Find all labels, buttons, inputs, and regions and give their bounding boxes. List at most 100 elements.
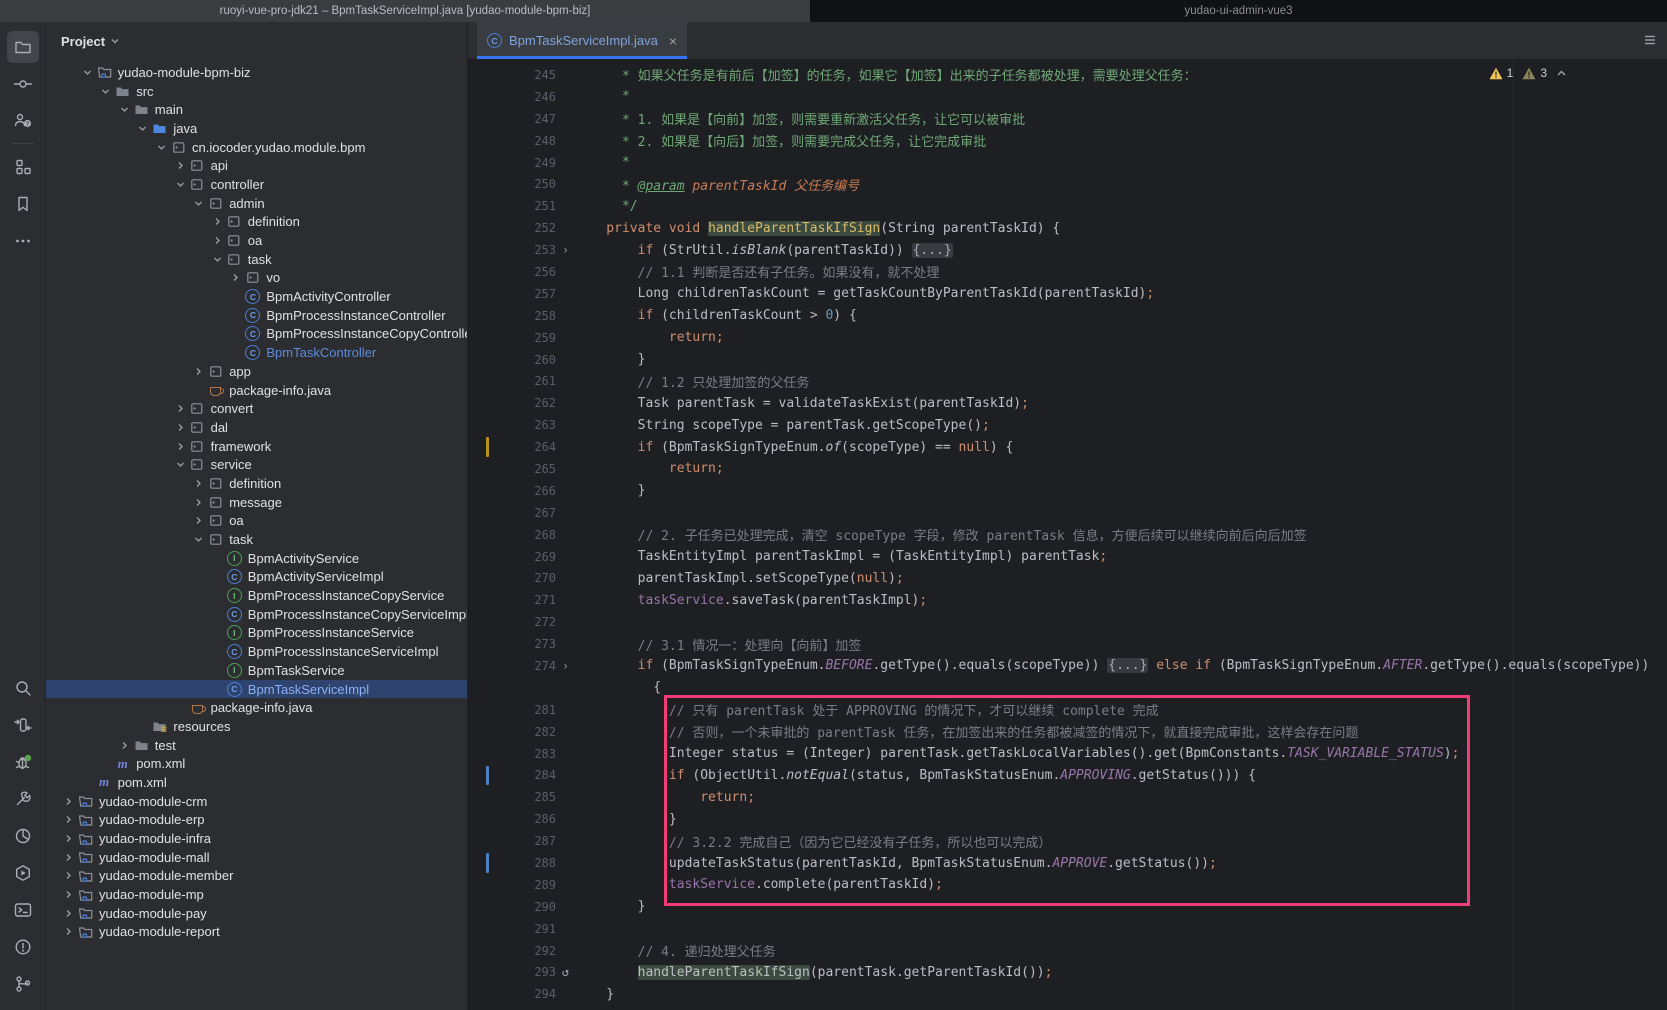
fold-arrow-icon[interactable]: › <box>556 243 575 257</box>
debug-icon[interactable] <box>7 746 39 778</box>
chevron-expanded-icon[interactable] <box>79 67 96 78</box>
code-text[interactable]: taskService.saveTask(parentTaskImpl); <box>575 593 927 608</box>
close-tab-icon[interactable]: × <box>669 34 677 48</box>
tree-row-definition[interactable]: definition <box>46 213 467 232</box>
code-text[interactable]: // 3.2.2 完成自己（因为它已经没有子任务，所以也可以完成） <box>575 832 1051 851</box>
line-number[interactable]: 284 <box>468 768 556 782</box>
chevron-collapsed-icon[interactable] <box>116 740 133 751</box>
tree-row-src[interactable]: src <box>46 82 467 101</box>
tree-row-pom-xml[interactable]: mpom.xml <box>46 754 467 773</box>
line-number[interactable]: 286 <box>468 812 556 826</box>
tree-row-package-info-java[interactable]: package-info.java <box>46 381 467 400</box>
terminal-icon[interactable] <box>7 894 39 926</box>
tree-row-yudao-module-erp[interactable]: yudao-module-erp <box>46 811 467 830</box>
tree-row-bpmprocessinstancecopyserviceimpl[interactable]: CBpmProcessInstanceCopyServiceImpl <box>46 605 467 624</box>
code-text[interactable]: // 只有 parentTask 处于 APPROVING 的情况下，才可以继续… <box>575 700 1159 719</box>
chevron-expanded-icon[interactable] <box>134 123 151 134</box>
code-text[interactable]: * @param parentTaskId 父任务编号 <box>575 175 859 194</box>
code-text[interactable]: if (StrUtil.isBlank(parentTaskId)) {...} <box>575 243 953 258</box>
code-text[interactable]: */ <box>575 199 638 214</box>
tree-row-yudao-module-mall[interactable]: yudao-module-mall <box>46 848 467 867</box>
project-panel-header[interactable]: Project <box>46 22 467 60</box>
line-number[interactable]: 266 <box>468 484 556 498</box>
code-text[interactable]: Task parentTask = validateTaskExist(pare… <box>575 396 1029 411</box>
chevron-down-icon[interactable] <box>110 34 120 49</box>
code-text[interactable]: if (ObjectUtil.notEqual(status, BpmTaskS… <box>575 768 1256 783</box>
recursive-call-icon[interactable]: ↺ <box>556 965 575 979</box>
tree-row-dal[interactable]: dal <box>46 418 467 437</box>
code-text[interactable]: } <box>575 352 645 367</box>
code-text[interactable]: if (BpmTaskSignTypeEnum.BEFORE.getType()… <box>575 658 1649 673</box>
line-number[interactable]: 288 <box>468 856 556 870</box>
chevron-expanded-icon[interactable] <box>172 179 189 190</box>
code-text[interactable]: // 2. 子任务已处理完成，清空 scopeType 字段，修改 parent… <box>575 525 1307 544</box>
code-text[interactable]: // 3.1 情况一：处理向【向前】加签 <box>575 635 861 654</box>
git-branch-icon[interactable] <box>7 968 39 1000</box>
line-number[interactable]: 289 <box>468 878 556 892</box>
tree-row-task[interactable]: task <box>46 250 467 269</box>
chevron-expanded-icon[interactable] <box>97 86 114 97</box>
line-number[interactable]: 272 <box>468 615 556 629</box>
chevron-collapsed-icon[interactable] <box>190 478 207 489</box>
tree-row-pom-xml[interactable]: mpom.xml <box>46 773 467 792</box>
line-number[interactable]: 261 <box>468 374 556 388</box>
line-number[interactable]: 249 <box>468 156 556 170</box>
line-number[interactable]: 253 <box>468 243 556 257</box>
tree-row-bpmactivitycontroller[interactable]: CBpmActivityController <box>46 287 467 306</box>
line-number[interactable]: 264 <box>468 440 556 454</box>
code-text[interactable]: { <box>575 680 661 695</box>
line-number[interactable]: 282 <box>468 725 556 739</box>
chevron-collapsed-icon[interactable] <box>60 908 77 919</box>
tree-row-app[interactable]: app <box>46 362 467 381</box>
tree-row-bpmprocessinstancecontroller[interactable]: CBpmProcessInstanceController <box>46 306 467 325</box>
chevron-expanded-icon[interactable] <box>153 142 170 153</box>
code-text[interactable]: String scopeType = parentTask.getScopeTy… <box>575 418 990 433</box>
line-number[interactable]: 259 <box>468 331 556 345</box>
profiler-icon[interactable] <box>7 820 39 852</box>
code-text[interactable]: } <box>575 899 645 914</box>
code-text[interactable]: * 如果父任务是有前后【加签】的任务，如果它【加签】出来的子任务都被处理，需要处… <box>575 65 1197 84</box>
services-icon[interactable] <box>7 857 39 889</box>
tree-row-bpmtaskcontroller[interactable]: CBpmTaskController <box>46 343 467 362</box>
tree-row-bpmprocessinstancecopycontroller[interactable]: CBpmProcessInstanceCopyController <box>46 325 467 344</box>
chevron-collapsed-icon[interactable] <box>172 441 189 452</box>
line-number[interactable]: 287 <box>468 834 556 848</box>
pull-requests-icon[interactable]: ? <box>7 105 39 137</box>
chevron-collapsed-icon[interactable] <box>60 852 77 863</box>
build-icon[interactable] <box>7 783 39 815</box>
tree-row-cn-iocoder-yudao-module-bpm[interactable]: cn.iocoder.yudao.module.bpm <box>46 138 467 157</box>
bookmarks-icon[interactable] <box>7 188 39 220</box>
code-text[interactable]: if (BpmTaskSignTypeEnum.of(scopeType) ==… <box>575 440 1013 455</box>
line-number[interactable]: 292 <box>468 944 556 958</box>
line-number[interactable]: 252 <box>468 221 556 235</box>
code-text[interactable]: // 4. 递归处理父任务 <box>575 941 776 960</box>
tree-row-bpmprocessinstancecopyservice[interactable]: IBpmProcessInstanceCopyService <box>46 586 467 605</box>
tree-row-yudao-module-mp[interactable]: yudao-module-mp <box>46 885 467 904</box>
code-text[interactable]: return; <box>575 330 724 345</box>
tree-row-vo[interactable]: vo <box>46 269 467 288</box>
chevron-collapsed-icon[interactable] <box>190 497 207 508</box>
line-number[interactable]: 269 <box>468 550 556 564</box>
line-number[interactable]: 271 <box>468 593 556 607</box>
tree-row-main[interactable]: main <box>46 100 467 119</box>
line-number[interactable]: 267 <box>468 506 556 520</box>
tree-row-resources[interactable]: resources <box>46 717 467 736</box>
chevron-collapsed-icon[interactable] <box>172 403 189 414</box>
chevron-collapsed-icon[interactable] <box>190 515 207 526</box>
code-text[interactable]: } <box>575 987 614 1002</box>
code-text[interactable]: // 否则，一个未审批的 parentTask 任务，在加签出来的任务都被减签的… <box>575 722 1358 741</box>
line-number[interactable]: 262 <box>468 396 556 410</box>
tree-row-yudao-module-report[interactable]: yudao-module-report <box>46 923 467 942</box>
chevron-collapsed-icon[interactable] <box>60 796 77 807</box>
line-number[interactable]: 246 <box>468 90 556 104</box>
tree-row-message[interactable]: message <box>46 493 467 512</box>
code-text[interactable]: private void handleParentTaskIfSign(Stri… <box>575 221 1060 236</box>
tree-row-yudao-module-infra[interactable]: yudao-module-infra <box>46 829 467 848</box>
line-number[interactable]: 251 <box>468 199 556 213</box>
tree-row-task[interactable]: task <box>46 530 467 549</box>
more-tool-windows-icon[interactable] <box>7 225 39 257</box>
code-editor[interactable]: 245 * 如果父任务是有前后【加签】的任务，如果它【加签】出来的子任务都被处理… <box>468 59 1667 1010</box>
chevron-collapsed-icon[interactable] <box>209 235 226 246</box>
chevron-expanded-icon[interactable] <box>209 254 226 265</box>
window-title-back[interactable]: yudao-ui-admin-vue3 <box>810 0 1667 22</box>
